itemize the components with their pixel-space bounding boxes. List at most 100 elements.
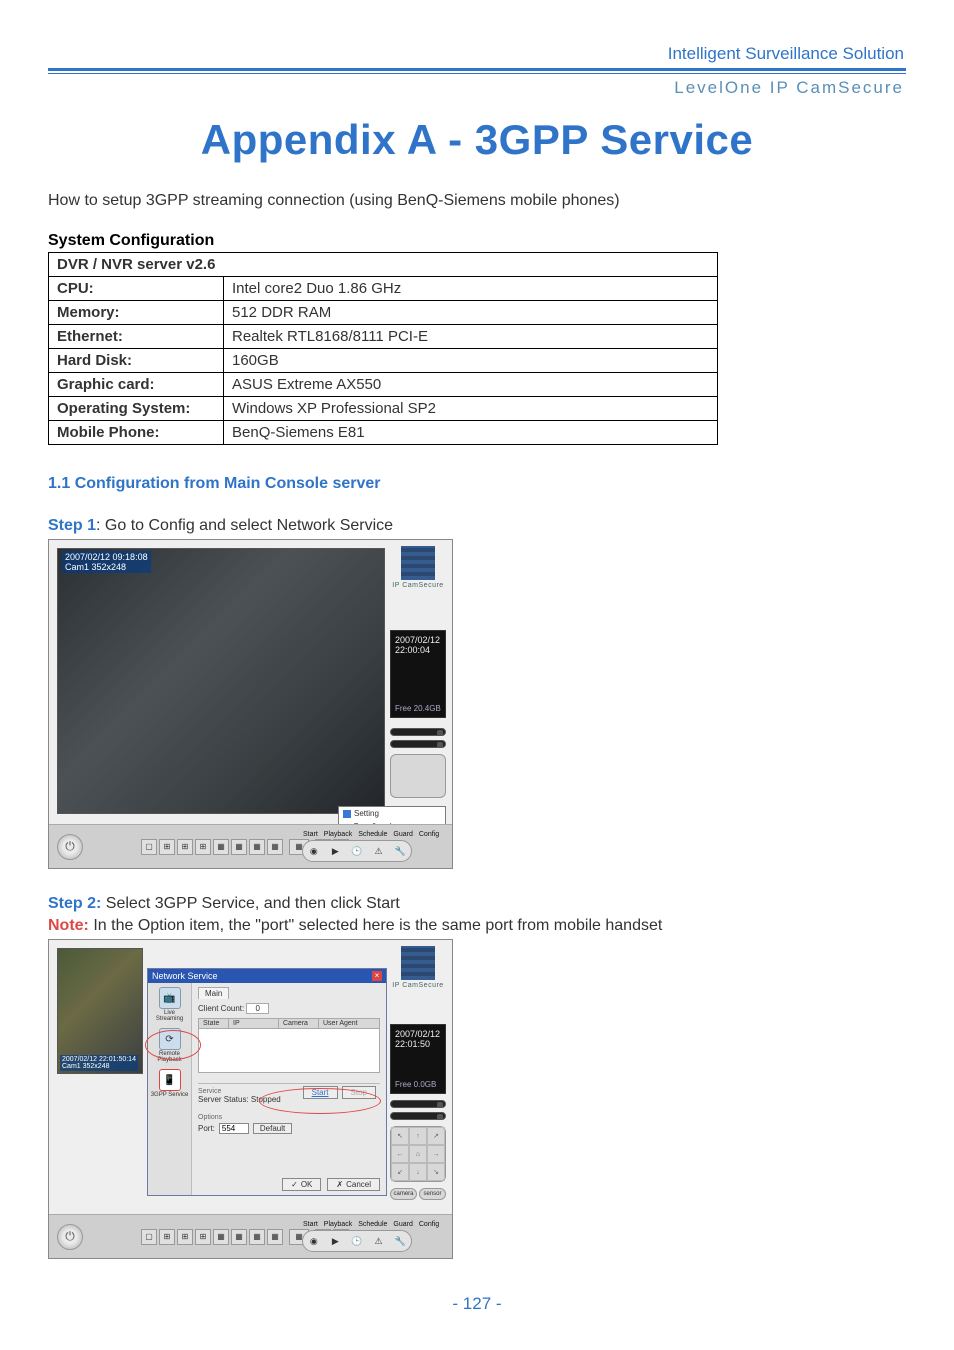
- sysconf-key-hdd: Hard Disk:: [49, 349, 224, 373]
- slider-2-2[interactable]: [390, 1112, 446, 1120]
- layout-1-icon-2[interactable]: ▢: [141, 1229, 157, 1245]
- layout-1-icon[interactable]: ▢: [141, 839, 157, 855]
- layout-9-icon[interactable]: ⊞: [195, 839, 211, 855]
- intro-text: How to setup 3GPP streaming connection (…: [48, 192, 906, 210]
- rec-icon[interactable]: ◉: [307, 844, 321, 858]
- schedule-icon-2[interactable]: 🕒: [350, 1234, 364, 1248]
- layout-x1-icon[interactable]: ▦: [213, 839, 229, 855]
- clock-time: 22:00:04: [395, 645, 441, 655]
- guard-icon[interactable]: ⚠: [372, 844, 386, 858]
- camera-link-btn[interactable]: camera: [390, 1188, 417, 1200]
- nav-remote-playback[interactable]: ⟳ Remote Playback: [150, 1028, 189, 1063]
- clock-date-2: 2007/02/12: [395, 1029, 441, 1039]
- clock-box: 2007/02/12 22:00:04 Free 20.4GB: [390, 630, 446, 718]
- step-1-text: : Go to Config and select Network Servic…: [96, 517, 393, 534]
- layout-6-icon-2[interactable]: ⊞: [177, 1229, 193, 1245]
- stop-button[interactable]: Stop: [342, 1086, 376, 1099]
- section-1-1-heading: 1.1 Configuration from Main Console serv…: [48, 475, 906, 493]
- start-button[interactable]: Start: [303, 1086, 338, 1099]
- screenshot-step2: 2007/02/12 22:01:50:14Cam1 352x248 Netwo…: [48, 939, 453, 1259]
- power-button-2[interactable]: ⏻: [57, 1224, 83, 1250]
- layout-x2-icon-2[interactable]: ▦: [231, 1229, 247, 1245]
- sysconf-val-memory: 512 DDR RAM: [224, 301, 718, 325]
- ok-button[interactable]: ✓OK: [282, 1178, 321, 1191]
- clock-box-2: 2007/02/12 22:01:50 Free 0.0GB: [390, 1024, 446, 1094]
- schedule-icon[interactable]: 🕒: [350, 844, 364, 858]
- layout-9-icon-2[interactable]: ⊞: [195, 1229, 211, 1245]
- layout-x3-icon-2[interactable]: ▦: [249, 1229, 265, 1245]
- header-line-2: LevelOne IP CamSecure: [48, 78, 906, 98]
- slider-1[interactable]: [390, 728, 446, 736]
- port-input[interactable]: [219, 1123, 249, 1134]
- layout-x3-icon[interactable]: ▦: [249, 839, 265, 855]
- header-line-1: Intelligent Surveillance Solution: [48, 44, 906, 64]
- client-count-label: Client Count:: [198, 1004, 244, 1013]
- power-button[interactable]: ⏻: [57, 834, 83, 860]
- ptz-pad[interactable]: [390, 754, 446, 798]
- slider-2[interactable]: [390, 740, 446, 748]
- nav-3gpp-service[interactable]: 📱 3GPP Service: [150, 1069, 189, 1098]
- layout-grid-buttons: ▢ ⊞ ⊞ ⊞ ▦ ▦ ▦ ▦: [141, 839, 283, 855]
- gear-icon: [343, 810, 351, 818]
- layout-x1-icon-2[interactable]: ▦: [213, 1229, 229, 1245]
- slider-2-1[interactable]: [390, 1100, 446, 1108]
- sysconf-table: DVR / NVR server v2.6 CPU:Intel core2 Du…: [48, 252, 718, 445]
- sysconf-val-gpu: ASUS Extreme AX550: [224, 373, 718, 397]
- sysconf-val-cpu: Intel core2 Duo 1.86 GHz: [224, 277, 718, 301]
- default-button[interactable]: Default: [253, 1123, 292, 1134]
- client-count-value: 0: [246, 1003, 268, 1014]
- sysconf-label: System Configuration: [48, 232, 906, 250]
- layout-x2-icon[interactable]: ▦: [231, 839, 247, 855]
- layout-6-icon[interactable]: ⊞: [177, 839, 193, 855]
- camera-timestamp: 2007/02/12 09:18:08Cam1 352x248: [62, 551, 151, 573]
- sensor-link-btn[interactable]: sensor: [419, 1188, 446, 1200]
- menu-backup[interactable]: Backup: [339, 868, 445, 869]
- note-text: In the Option item, the "port" selected …: [89, 917, 662, 934]
- clock-time-2: 22:01:50: [395, 1039, 441, 1049]
- play-icon[interactable]: ▶: [328, 844, 342, 858]
- 3gpp-icon: 📱: [159, 1069, 181, 1091]
- brand-logo-icon: [401, 546, 435, 580]
- layout-x4-icon-2[interactable]: ▦: [267, 1229, 283, 1245]
- config-icon[interactable]: 🔧: [393, 844, 407, 858]
- dialog-left-nav: 📺 Live Streaming ⟳ Remote Playback 📱 3GP…: [148, 983, 192, 1195]
- step-2-text: Select 3GPP Service, and then click Star…: [101, 895, 400, 912]
- step-1-tag: Step 1: [48, 517, 96, 534]
- tab-main[interactable]: Main: [198, 987, 229, 999]
- nav-live-streaming[interactable]: 📺 Live Streaming: [150, 987, 189, 1022]
- screenshot-step1: 2007/02/12 09:18:08Cam1 352x248 IP CamSe…: [48, 539, 453, 869]
- step-2-tag: Step 2:: [48, 895, 101, 912]
- sysconf-val-hdd: 160GB: [224, 349, 718, 373]
- layout-4-icon[interactable]: ⊞: [159, 839, 175, 855]
- bottom-toolbar: ⏻ ▢ ⊞ ⊞ ⊞ ▦ ▦ ▦ ▦ ▦ ⟳ ⛶ Start Playback S…: [49, 824, 452, 868]
- service-section: Service Server Status: Stopped Start Sto…: [198, 1083, 380, 1104]
- step-1-line: Step 1: Go to Config and select Network …: [48, 517, 906, 535]
- dialog-title: Network Service: [152, 971, 218, 981]
- page-title: Appendix A - 3GPP Service: [48, 116, 906, 164]
- config-icon-2[interactable]: 🔧: [393, 1234, 407, 1248]
- guard-icon-2[interactable]: ⚠: [372, 1234, 386, 1248]
- page-number: - 127 -: [0, 1294, 954, 1314]
- note-tag: Note:: [48, 917, 89, 934]
- ptz-pad-2[interactable]: ↖↑↗ ←⌂→ ↙↓↘: [390, 1126, 446, 1182]
- layout-x4-icon[interactable]: ▦: [267, 839, 283, 855]
- port-label: Port:: [198, 1124, 215, 1133]
- menu-setting[interactable]: Setting: [339, 807, 445, 820]
- sysconf-key-gpu: Graphic card:: [49, 373, 224, 397]
- camera-view: 2007/02/12 09:18:08Cam1 352x248: [57, 548, 385, 814]
- toolbar-labels: Start Playback Schedule Guard Config: [303, 831, 439, 838]
- sysconf-val-phone: BenQ-Siemens E81: [224, 421, 718, 445]
- cancel-button[interactable]: ✗Cancel: [327, 1178, 380, 1191]
- sysconf-val-os: Windows XP Professional SP2: [224, 397, 718, 421]
- dialog-ok-cancel: ✓OK ✗Cancel: [282, 1178, 380, 1191]
- options-label: Options: [198, 1114, 380, 1121]
- close-icon[interactable]: ×: [372, 971, 382, 981]
- sysconf-key-memory: Memory:: [49, 301, 224, 325]
- brand-text-2: IP CamSecure: [390, 982, 446, 989]
- rec-icon-2[interactable]: ◉: [307, 1234, 321, 1248]
- client-table-header: State IP Camera User Agent: [198, 1018, 380, 1029]
- brand-text: IP CamSecure: [390, 582, 446, 589]
- toolbar-oval: ◉ ▶ 🕒 ⚠ 🔧: [302, 840, 412, 862]
- play-icon-2[interactable]: ▶: [328, 1234, 342, 1248]
- layout-4-icon-2[interactable]: ⊞: [159, 1229, 175, 1245]
